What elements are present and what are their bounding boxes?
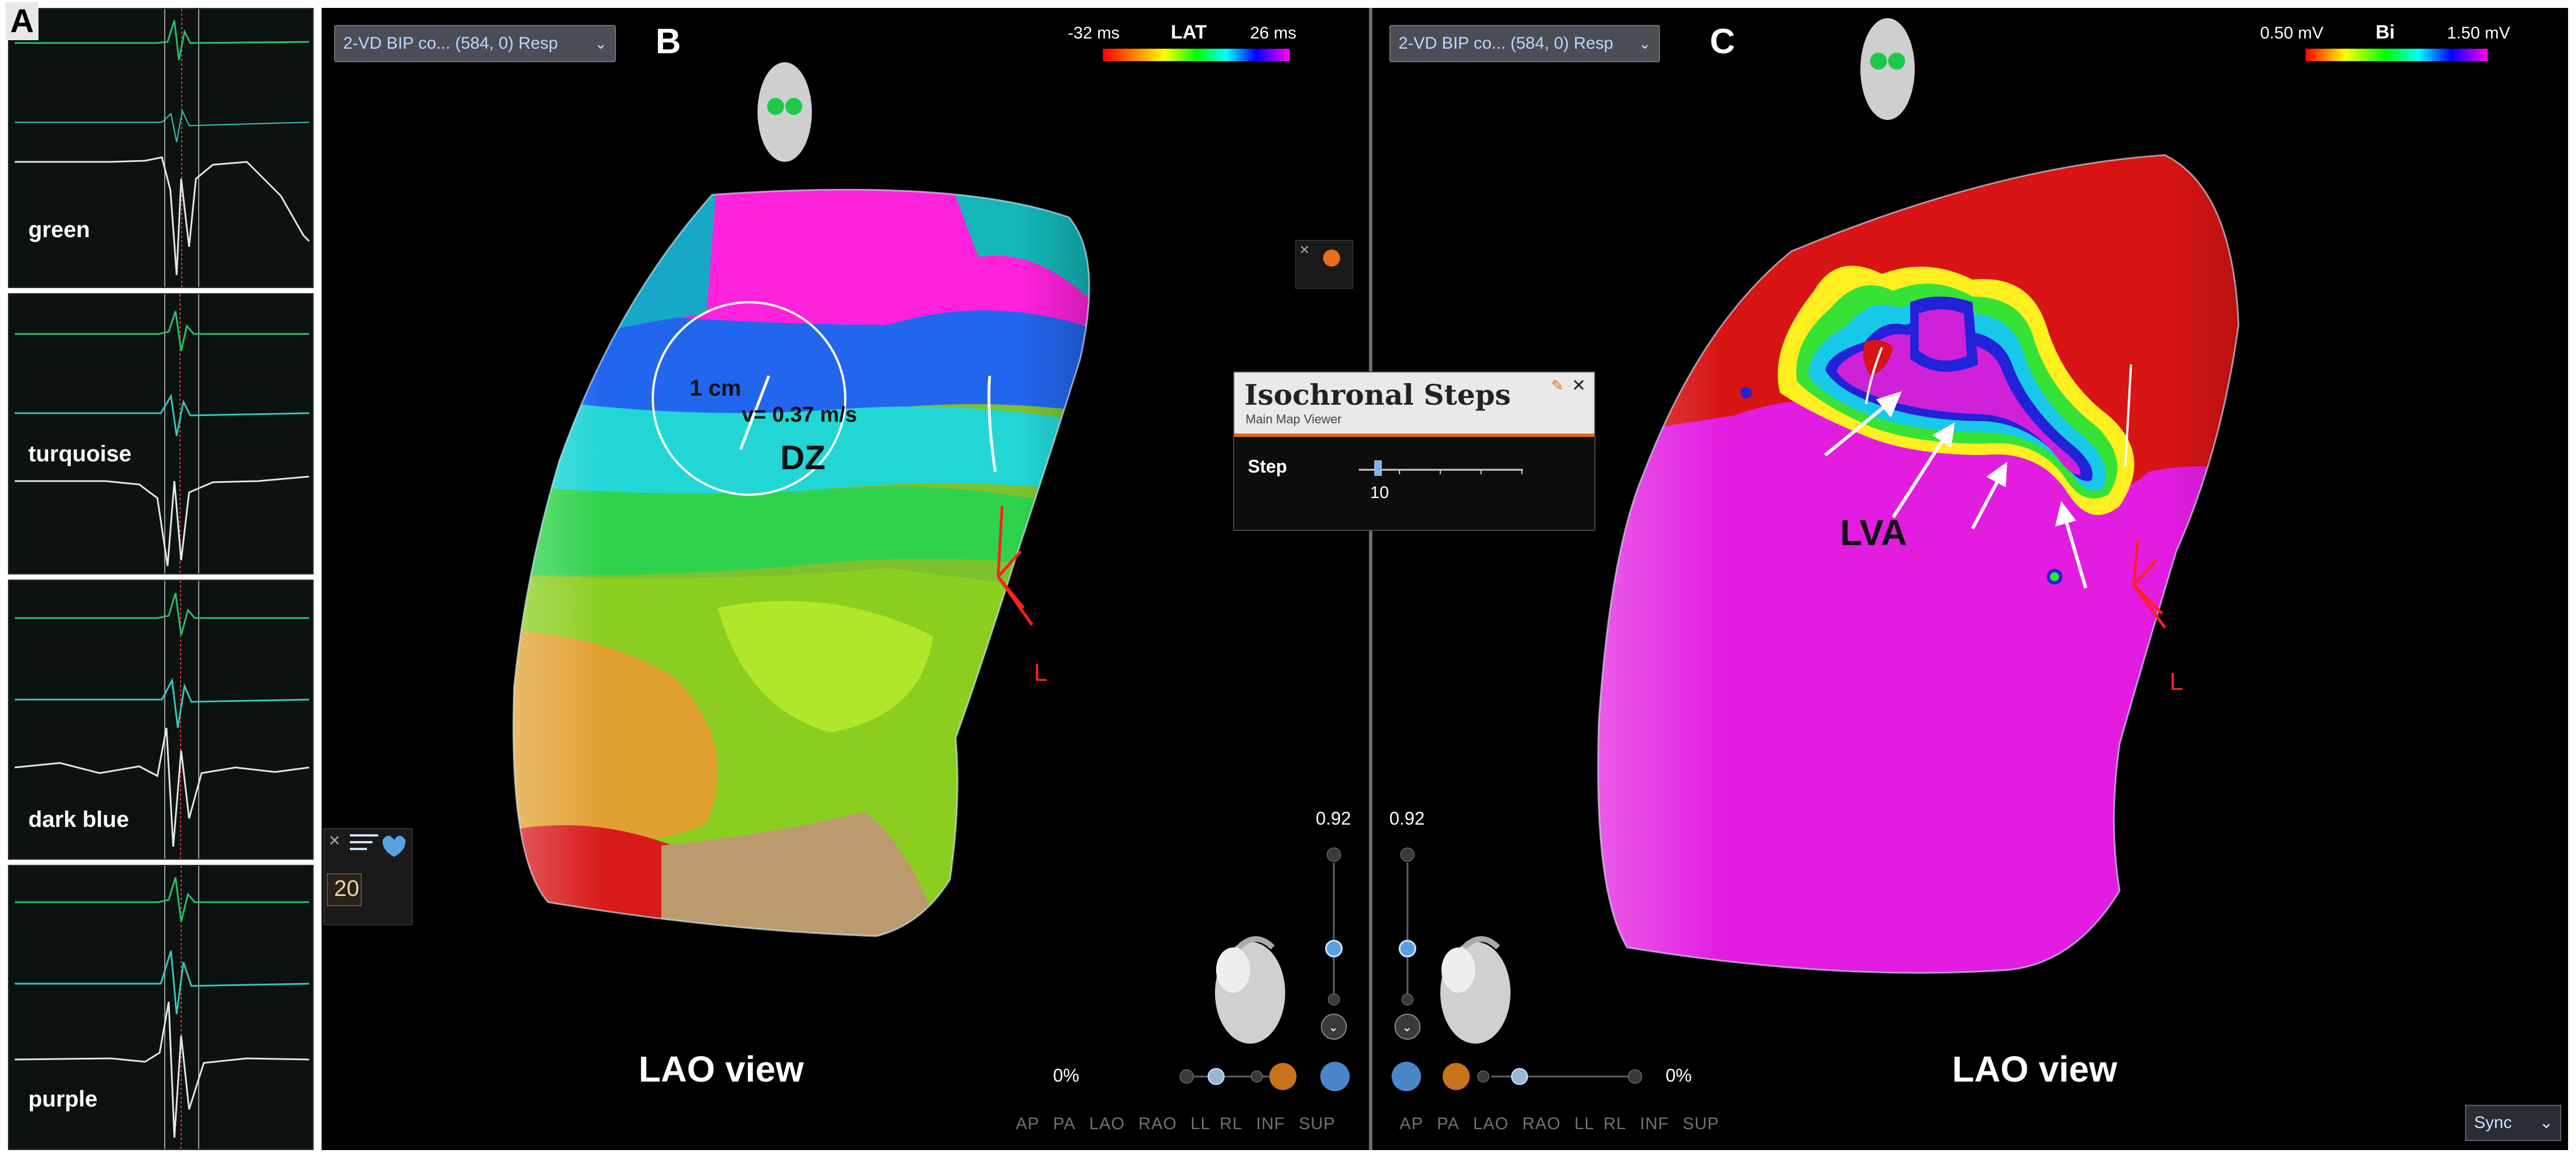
orient-rao-c[interactable]: RAO: [1522, 1114, 1561, 1133]
orient-inf-b[interactable]: INF: [1256, 1114, 1285, 1133]
chevron-down-icon: ⌄: [594, 35, 607, 52]
lat-heart-surface: [513, 190, 1089, 936]
sync-dropdown[interactable]: Sync ⌄: [2465, 1105, 2561, 1141]
orientation-buttons-b: AP PA LAO RAO LL RL INF SUP: [1016, 1114, 1336, 1134]
catheter-marker-b: L: [1034, 659, 1048, 687]
orient-rao-b[interactable]: RAO: [1139, 1114, 1177, 1133]
pin-icon[interactable]: ✎: [1551, 377, 1564, 394]
lat-colorbar-max: 26 ms: [1250, 24, 1296, 42]
lat-colorbar: [1103, 49, 1290, 61]
sync-label: Sync: [2474, 1113, 2512, 1132]
svg-text:✕: ✕: [328, 832, 341, 849]
chevron-down-icon: ⌄: [2539, 1113, 2553, 1132]
frame-count-value: 20: [334, 876, 360, 901]
orient-ll-c[interactable]: LL: [1574, 1114, 1594, 1133]
velocity-label: v= 0.37 m/s: [742, 403, 857, 427]
voltage-colorbar: [2305, 49, 2488, 61]
opacity-value-b: 0%: [1053, 1065, 1080, 1086]
orient-pa-b[interactable]: PA: [1053, 1114, 1076, 1133]
heart-model-icon-c: [1440, 936, 1510, 1044]
orient-pa-c[interactable]: PA: [1437, 1114, 1460, 1133]
voltage-colorbar-min: 0.50 mV: [2260, 24, 2323, 42]
voltage-colorbar-max: 1.50 mV: [2447, 24, 2510, 42]
lat-colorbar-min: -32 ms: [1068, 24, 1120, 42]
voltage-heart-surface: [1598, 155, 2239, 973]
iso-step-label: Step: [1248, 456, 1287, 477]
egm-label-dark-blue: dark blue: [28, 807, 129, 832]
svg-text:⌄: ⌄: [1328, 1020, 1338, 1034]
lat-colorbar-title: LAT: [1171, 22, 1207, 43]
iso-step-slider[interactable]: [1359, 457, 1529, 480]
close-icon[interactable]: ✕: [1572, 376, 1586, 396]
transparency-value-b: 0.92: [1316, 808, 1351, 829]
panel-c-letter: C: [1710, 22, 1735, 61]
lat-map-canvas[interactable]: ⌄ ✕: [322, 8, 1369, 1150]
egm-label-turquoise: turquoise: [28, 441, 132, 466]
voltage-colorbar-title: Bi: [2376, 22, 2395, 43]
iso-header: Isochronal Steps Main Map Viewer ✎ ✕: [1234, 372, 1594, 437]
orient-sup-b[interactable]: SUP: [1299, 1114, 1336, 1133]
transparency-slider-c[interactable]: ⌄: [1394, 847, 1420, 1040]
opacity-slider-b[interactable]: [1179, 1062, 1350, 1091]
orient-ll-b[interactable]: LL: [1191, 1114, 1210, 1133]
orient-lao-c[interactable]: LAO: [1473, 1114, 1509, 1133]
distance-label: 1 cm: [690, 376, 742, 401]
egm-panel-dark-blue: dark blue: [8, 580, 314, 860]
transparency-value-c: 0.92: [1389, 808, 1425, 829]
opacity-slider-c[interactable]: [1392, 1062, 1642, 1091]
panel-a-letter: A: [6, 2, 38, 40]
head-orientation-icon: [758, 62, 812, 162]
catheter-marker-c: L: [2170, 668, 2184, 696]
view-label-b: LAO view: [639, 1049, 804, 1090]
lva-label: LVA: [1840, 512, 1907, 553]
panel-b-map-view[interactable]: ⌄ ✕ 2-VD BIP co... (584, 0) Resp ⌄ B -32…: [322, 8, 1369, 1150]
orient-sup-c[interactable]: SUP: [1683, 1114, 1719, 1133]
panel-c-map-view[interactable]: ⌄ 2-VD BIP co... (584, 0) Resp ⌄ C 0.50 …: [1372, 8, 2568, 1150]
iso-subtitle: Main Map Viewer: [1246, 412, 1342, 426]
voltage-map-canvas[interactable]: ⌄: [1372, 8, 2568, 1150]
points-icon: [1323, 250, 1340, 267]
egm-traces-green: [15, 9, 310, 287]
map-selector-dropdown-b[interactable]: 2-VD BIP co... (584, 0) Resp ⌄: [334, 25, 616, 62]
orient-inf-c[interactable]: INF: [1640, 1114, 1669, 1133]
map-selector-dropdown-c[interactable]: 2-VD BIP co... (584, 0) Resp ⌄: [1389, 25, 1660, 62]
egm-panel-purple: purple: [8, 865, 314, 1150]
panel-b-letter: B: [656, 22, 681, 61]
orientation-buttons-c: AP PA LAO RAO LL RL INF SUP: [1400, 1114, 1719, 1134]
transparency-slider-b[interactable]: ⌄: [1321, 847, 1347, 1040]
view-label-c: LAO view: [1952, 1049, 2117, 1090]
dropdown-c-text: 2-VD BIP co... (584, 0) Resp: [1398, 34, 1614, 53]
egm-panel-turquoise: turquoise: [8, 293, 314, 574]
chevron-down-icon: ⌄: [1638, 35, 1651, 52]
opacity-value-c: 0%: [1666, 1065, 1692, 1086]
head-orientation-icon-c: [1860, 18, 1915, 120]
orient-ap-b[interactable]: AP: [1016, 1114, 1039, 1133]
dz-label: DZ: [780, 439, 825, 477]
egm-traces-turquoise: [15, 294, 310, 573]
floating-toolbar[interactable]: ✕: [1295, 240, 1353, 289]
orient-rl-b[interactable]: RL: [1219, 1114, 1242, 1133]
egm-label-purple: purple: [28, 1087, 98, 1112]
iso-title: Isochronal Steps: [1244, 378, 1511, 411]
orient-rl-c[interactable]: RL: [1603, 1114, 1626, 1133]
iso-step-value: 10: [1370, 483, 1389, 502]
egm-label-green: green: [28, 217, 90, 242]
heart-model-icon: [1215, 936, 1285, 1044]
orient-ap-c[interactable]: AP: [1400, 1114, 1423, 1133]
orient-lao-b[interactable]: LAO: [1089, 1114, 1125, 1133]
egm-panel-green: green: [8, 8, 314, 288]
dropdown-b-text: 2-VD BIP co... (584, 0) Resp: [343, 34, 558, 53]
svg-text:⌄: ⌄: [1402, 1020, 1412, 1034]
close-icon[interactable]: ✕: [1299, 243, 1310, 258]
isochronal-steps-dialog[interactable]: Isochronal Steps Main Map Viewer ✎ ✕ Ste…: [1233, 371, 1595, 531]
